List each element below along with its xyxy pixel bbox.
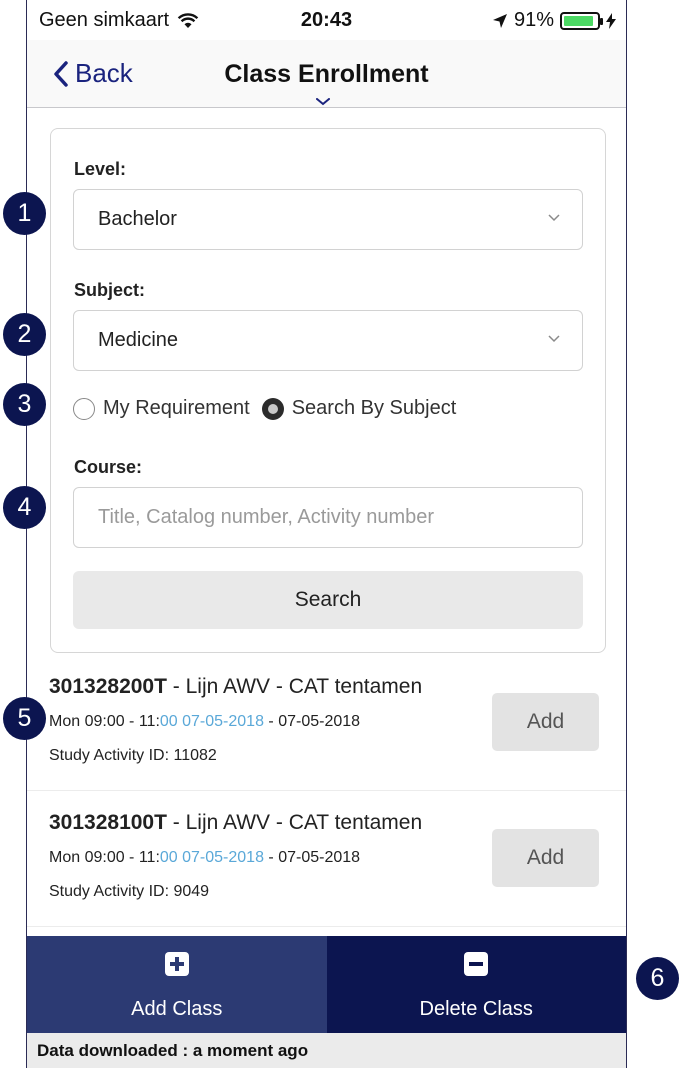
- bottom-tab-bar: Add Class Delete Class: [27, 936, 626, 1033]
- plus-square-icon: [164, 952, 189, 976]
- annotation-badge-4: 4: [3, 486, 46, 529]
- course-code: 301328200T: [49, 675, 167, 698]
- annotation-badge-2: 2: [3, 313, 46, 356]
- annotation-badge-1: 1: [3, 192, 46, 235]
- course-search-input[interactable]: [73, 487, 583, 548]
- course-schedule: Mon 09:00 - 11:00 07-05-2018 - 07-05-201…: [49, 849, 360, 867]
- schedule-suffix: - 07-05-2018: [263, 849, 361, 866]
- radio-search-by-subject[interactable]: [261, 397, 284, 420]
- add-course-button[interactable]: Add: [492, 829, 599, 887]
- level-select[interactable]: Bachelor: [73, 189, 583, 250]
- radio-my-requirement-label[interactable]: My Requirement: [103, 397, 250, 420]
- course-title: 301328100T - Lijn AWV - CAT tentamen: [49, 811, 422, 835]
- subject-label: Subject:: [74, 280, 146, 300]
- level-select-value: Bachelor: [98, 208, 177, 230]
- charging-icon: [606, 12, 616, 29]
- radio-my-requirement[interactable]: [73, 397, 95, 420]
- study-activity-id: Study Activity ID: 9049: [49, 883, 210, 900]
- battery-fill: [564, 15, 594, 26]
- minus-square-icon: [464, 952, 489, 976]
- app-screen: Geen simkaart 20:43 91% Back Class Enrol…: [0, 0, 679, 1068]
- course-schedule: Mon 09:00 - 11:00 07-05-2018 - 07-05-201…: [49, 713, 360, 731]
- tab-add-class-label: Add Class: [131, 998, 223, 1020]
- navigation-bar: Back Class Enrollment: [27, 40, 626, 108]
- status-bar: Geen simkaart 20:43 91%: [27, 0, 626, 40]
- data-status-bar: Data downloaded : a moment ago: [27, 1033, 626, 1068]
- tab-delete-class-label: Delete Class: [419, 998, 533, 1020]
- list-item: 301328100T - Lijn AWV - CAT tentamen Mon…: [27, 791, 626, 927]
- location-arrow-icon: [492, 13, 507, 28]
- chevron-down-icon: [548, 335, 560, 343]
- subject-select[interactable]: Medicine: [73, 310, 583, 371]
- course-code: 301328100T: [49, 811, 167, 834]
- level-label: Level:: [74, 159, 127, 179]
- annotation-badge-5: 5: [3, 697, 46, 740]
- status-right: 91%: [492, 9, 616, 32]
- schedule-prefix: Mon 09:00 - 11:: [49, 713, 160, 730]
- page-title: Class Enrollment: [224, 60, 429, 88]
- add-course-button[interactable]: Add: [492, 693, 599, 751]
- tab-add-class[interactable]: Add Class: [27, 936, 327, 1033]
- course-name: - Lijn AWV - CAT tentamen: [166, 675, 423, 698]
- battery-icon: [560, 11, 603, 30]
- chevron-down-icon[interactable]: [316, 98, 330, 106]
- schedule-date-link[interactable]: 00 07-05-2018: [160, 713, 264, 730]
- tab-delete-class[interactable]: Delete Class: [326, 936, 626, 1033]
- course-label: Course:: [74, 457, 143, 477]
- schedule-date-link[interactable]: 00 07-05-2018: [160, 849, 264, 866]
- subject-select-value: Medicine: [98, 329, 179, 351]
- course-name: - Lijn AWV - CAT tentamen: [166, 811, 423, 834]
- search-button[interactable]: Search: [73, 571, 583, 629]
- chevron-down-icon: [548, 214, 560, 222]
- schedule-prefix: Mon 09:00 - 11:: [49, 849, 160, 866]
- battery-percent: 91%: [513, 9, 554, 31]
- radio-search-by-subject-label[interactable]: Search By Subject: [292, 397, 457, 420]
- search-form-card: Level: Bachelor Subject: Medicine My Req…: [50, 128, 606, 653]
- annotation-badge-6: 6: [636, 957, 679, 1000]
- course-title: 301328200T - Lijn AWV - CAT tentamen: [49, 675, 422, 699]
- schedule-suffix: - 07-05-2018: [263, 713, 361, 730]
- study-activity-id: Study Activity ID: 11082: [49, 747, 217, 764]
- annotation-badge-3: 3: [3, 383, 46, 426]
- list-item: 301328200T - Lijn AWV - CAT tentamen Mon…: [27, 655, 626, 791]
- search-mode-radio-group: My Requirement Search By Subject: [73, 397, 456, 420]
